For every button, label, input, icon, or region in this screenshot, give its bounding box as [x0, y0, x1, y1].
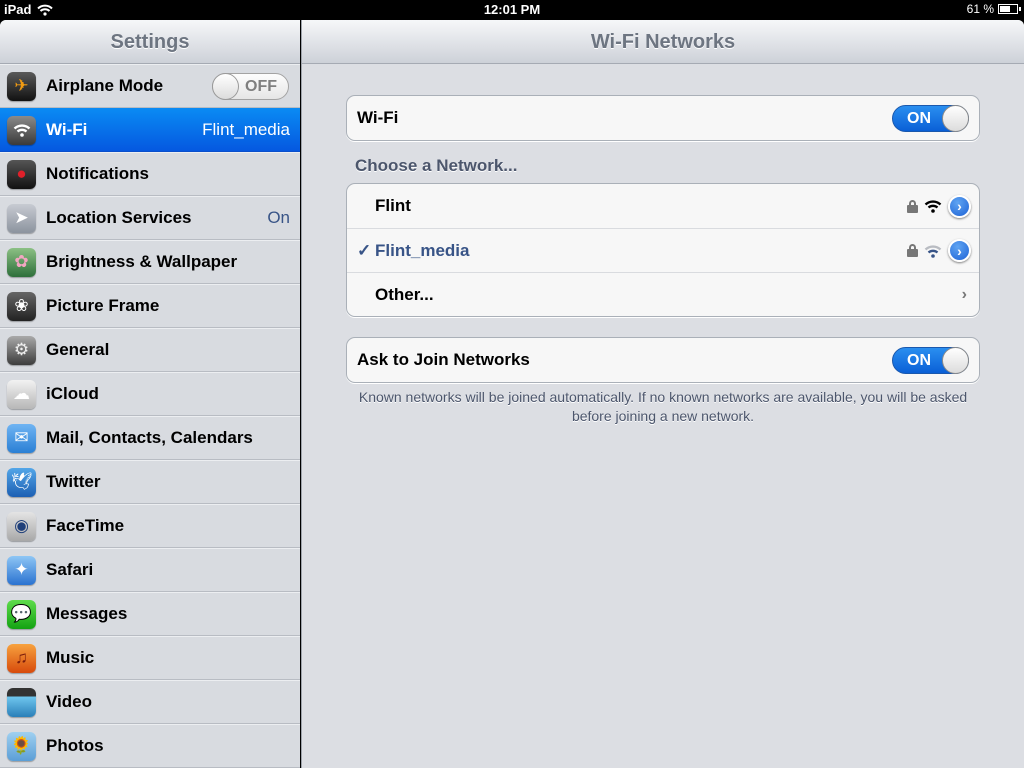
gear-icon: ⚙ [7, 335, 36, 365]
status-bar: iPad 12:01 PM 61 % [0, 0, 1024, 20]
detail-title: Wi-Fi Networks [302, 20, 1024, 64]
network-details-button[interactable]: › [948, 194, 971, 218]
wifi-row-label: Wi-Fi [357, 108, 399, 127]
wifi-signal-full-icon [924, 200, 942, 213]
sidebar-item-brightness-wallpaper[interactable]: ✿ Brightness & Wallpaper [0, 240, 300, 284]
sidebar-title: Settings [0, 20, 300, 64]
mail-icon: ✉ [7, 423, 36, 453]
wifi-icon [7, 115, 36, 145]
sidebar-item-label: Picture Frame [46, 296, 160, 315]
speech-bubble-icon: 💬 [7, 599, 36, 629]
network-name: Flint_media [375, 240, 470, 260]
flower-icon: ✿ [7, 247, 36, 277]
compass-icon: ✦ [7, 555, 36, 585]
sidebar-item-notifications[interactable]: ● Notifications [0, 152, 300, 196]
picture-frame-icon: ❀ [7, 291, 36, 321]
ask-to-join-toggle[interactable]: ON [892, 346, 969, 374]
sidebar-item-label: Video [46, 692, 92, 711]
sidebar-item-general[interactable]: ⚙ General [0, 328, 300, 372]
sidebar-item-label: Brightness & Wallpaper [46, 252, 238, 271]
sidebar-item-facetime[interactable]: ◉ FaceTime [0, 504, 300, 548]
clock: 12:01 PM [483, 2, 541, 17]
ask-to-join-row: Ask to Join Networks ON [347, 338, 979, 382]
sidebar-item-location-services[interactable]: ➤ Location Services On [0, 196, 300, 240]
settings-sidebar: Settings ✈ Airplane Mode OFF Wi-Fi Flint_med… [0, 20, 300, 768]
network-row-flint-media[interactable]: ✓ Flint_media › [347, 228, 979, 272]
wifi-toggle-group: Wi-Fi ON [346, 95, 980, 141]
sidebar-item-music[interactable]: ♫ Music [0, 636, 300, 680]
airplane-mode-toggle[interactable]: OFF [212, 72, 289, 100]
battery-fill [1000, 6, 1010, 12]
sidebar-item-airplane-mode[interactable]: ✈ Airplane Mode OFF [0, 64, 300, 108]
ask-to-join-label: Ask to Join Networks [357, 350, 530, 369]
ask-to-join-footer: Known networks will be joined automatica… [358, 389, 968, 424]
wifi-networks-panel: Wi-Fi Networks Wi-Fi ON Choose a Network… [301, 20, 1024, 768]
wifi-toggle-text: ON [907, 109, 931, 127]
sidebar-item-label: Photos [46, 736, 104, 755]
lock-icon [907, 199, 918, 213]
airplane-toggle-text: OFF [245, 77, 277, 95]
sidebar-item-label: Airplane Mode [46, 76, 164, 95]
wifi-signal-weak-icon [924, 244, 942, 258]
sidebar-item-label: Location Services [46, 208, 192, 227]
sidebar-item-icloud[interactable]: ☁ iCloud [0, 372, 300, 416]
network-row-other[interactable]: Other... › [347, 272, 979, 316]
battery-icon [998, 4, 1021, 14]
wifi-row: Wi-Fi ON [347, 96, 979, 140]
airplane-icon: ✈ [7, 71, 36, 101]
toggle-knob [942, 104, 969, 132]
other-network-label: Other... [375, 284, 434, 304]
network-row-flint[interactable]: Flint › [347, 184, 979, 228]
music-note-icon: ♫ [7, 643, 36, 673]
toggle-knob [942, 346, 969, 374]
sidebar-item-label: iCloud [46, 384, 99, 403]
sidebar-item-photos[interactable]: 🌻 Photos [0, 724, 300, 768]
clapperboard-icon [7, 687, 36, 717]
sidebar-item-label: Music [46, 648, 95, 667]
facetime-camera-icon: ◉ [7, 511, 36, 541]
ask-to-join-group: Ask to Join Networks ON [346, 337, 980, 383]
network-list: Flint › ✓ Flint_media › Other... › [346, 183, 980, 317]
chevron-right-icon: › [961, 285, 967, 303]
sidebar-item-label: Messages [46, 604, 128, 623]
sidebar-item-label: Wi-Fi [46, 120, 88, 139]
sidebar-item-value: Flint_media [202, 120, 290, 139]
sidebar-item-label: Twitter [46, 472, 101, 491]
sidebar-item-picture-frame[interactable]: ❀ Picture Frame [0, 284, 300, 328]
notifications-icon: ● [7, 159, 36, 189]
sidebar-item-label: Safari [46, 560, 94, 579]
checkmark-icon: ✓ [357, 240, 372, 260]
sidebar-item-mail-contacts-calendars[interactable]: ✉ Mail, Contacts, Calendars [0, 416, 300, 460]
sidebar-item-label: General [46, 340, 110, 359]
settings-list: ✈ Airplane Mode OFF Wi-Fi Flint_media ● Notifi… [0, 64, 300, 768]
twitter-bird-icon: 🕊 [7, 467, 36, 497]
sidebar-item-messages[interactable]: 💬 Messages [0, 592, 300, 636]
cloud-icon: ☁ [7, 379, 36, 409]
ask-toggle-text: ON [907, 351, 931, 369]
toggle-knob [212, 72, 239, 100]
network-name: Flint [375, 196, 411, 215]
sidebar-item-twitter[interactable]: 🕊 Twitter [0, 460, 300, 504]
sidebar-item-label: FaceTime [46, 516, 125, 535]
sidebar-item-safari[interactable]: ✦ Safari [0, 548, 300, 592]
battery-percent: 61 % [966, 2, 994, 16]
sidebar-item-label: Notifications [46, 164, 149, 183]
sunflower-icon: 🌻 [7, 731, 36, 761]
lock-icon [907, 244, 918, 257]
wifi-toggle[interactable]: ON [892, 104, 969, 132]
location-arrow-icon: ➤ [7, 203, 36, 233]
sidebar-item-label: Mail, Contacts, Calendars [46, 428, 253, 447]
choose-network-header: Choose a Network... [355, 156, 518, 175]
sidebar-item-video[interactable]: Video [0, 680, 300, 724]
sidebar-item-wifi[interactable]: Wi-Fi Flint_media [0, 108, 300, 152]
network-details-button[interactable]: › [948, 239, 971, 262]
sidebar-item-value: On [267, 208, 290, 227]
